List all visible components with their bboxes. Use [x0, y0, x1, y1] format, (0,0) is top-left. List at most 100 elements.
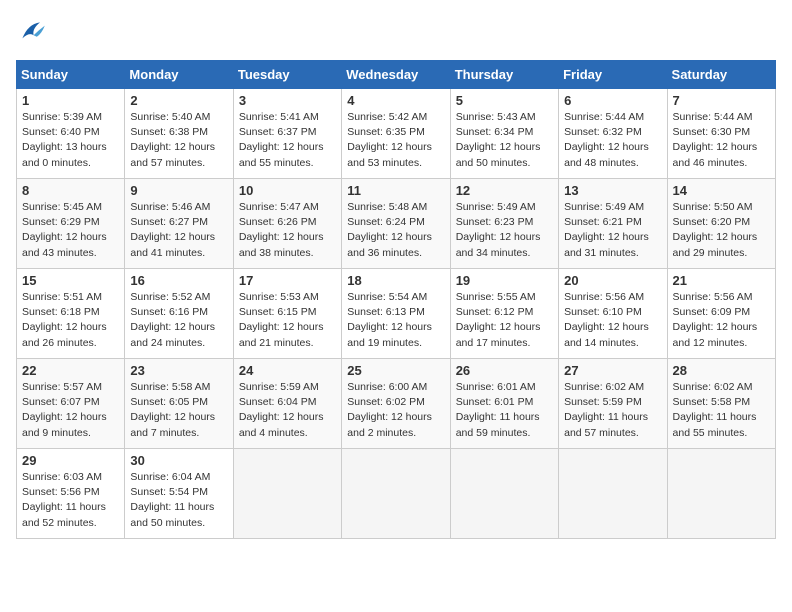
- day-number: 3: [239, 93, 336, 108]
- sunset-text: Sunset: 6:12 PM: [456, 306, 534, 318]
- day-number: 27: [564, 363, 661, 378]
- daylight-text: Daylight: 11 hours and 50 minutes.: [130, 501, 214, 528]
- calendar-cell: 18 Sunrise: 5:54 AM Sunset: 6:13 PM Dayl…: [342, 269, 450, 359]
- day-info: Sunrise: 6:01 AM Sunset: 6:01 PM Dayligh…: [456, 380, 553, 441]
- daylight-text: Daylight: 12 hours and 48 minutes.: [564, 141, 649, 168]
- day-info: Sunrise: 6:03 AM Sunset: 5:56 PM Dayligh…: [22, 470, 119, 531]
- day-info: Sunrise: 5:43 AM Sunset: 6:34 PM Dayligh…: [456, 110, 553, 171]
- sunrise-text: Sunrise: 5:44 AM: [564, 111, 644, 123]
- sunrise-text: Sunrise: 6:01 AM: [456, 381, 536, 393]
- sunset-text: Sunset: 6:32 PM: [564, 126, 642, 138]
- day-number: 1: [22, 93, 119, 108]
- sunset-text: Sunset: 6:27 PM: [130, 216, 208, 228]
- calendar-cell: 8 Sunrise: 5:45 AM Sunset: 6:29 PM Dayli…: [17, 179, 125, 269]
- daylight-text: Daylight: 12 hours and 2 minutes.: [347, 411, 432, 438]
- daylight-text: Daylight: 12 hours and 21 minutes.: [239, 321, 324, 348]
- day-number: 11: [347, 183, 444, 198]
- daylight-text: Daylight: 12 hours and 55 minutes.: [239, 141, 324, 168]
- sunrise-text: Sunrise: 6:03 AM: [22, 471, 102, 483]
- sunrise-text: Sunrise: 5:56 AM: [673, 291, 753, 303]
- calendar-cell: 21 Sunrise: 5:56 AM Sunset: 6:09 PM Dayl…: [667, 269, 775, 359]
- day-info: Sunrise: 5:48 AM Sunset: 6:24 PM Dayligh…: [347, 200, 444, 261]
- day-info: Sunrise: 6:02 AM Sunset: 5:59 PM Dayligh…: [564, 380, 661, 441]
- calendar-cell: 9 Sunrise: 5:46 AM Sunset: 6:27 PM Dayli…: [125, 179, 233, 269]
- sunset-text: Sunset: 6:07 PM: [22, 396, 100, 408]
- sunset-text: Sunset: 5:59 PM: [564, 396, 642, 408]
- day-info: Sunrise: 6:04 AM Sunset: 5:54 PM Dayligh…: [130, 470, 227, 531]
- sunset-text: Sunset: 6:05 PM: [130, 396, 208, 408]
- calendar-cell: 15 Sunrise: 5:51 AM Sunset: 6:18 PM Dayl…: [17, 269, 125, 359]
- daylight-text: Daylight: 12 hours and 34 minutes.: [456, 231, 541, 258]
- calendar-cell: 3 Sunrise: 5:41 AM Sunset: 6:37 PM Dayli…: [233, 89, 341, 179]
- calendar-week-5: 29 Sunrise: 6:03 AM Sunset: 5:56 PM Dayl…: [17, 449, 776, 539]
- sunset-text: Sunset: 6:15 PM: [239, 306, 317, 318]
- sunset-text: Sunset: 5:58 PM: [673, 396, 751, 408]
- daylight-text: Daylight: 12 hours and 29 minutes.: [673, 231, 758, 258]
- daylight-text: Daylight: 11 hours and 55 minutes.: [673, 411, 757, 438]
- calendar-cell: 10 Sunrise: 5:47 AM Sunset: 6:26 PM Dayl…: [233, 179, 341, 269]
- sunrise-text: Sunrise: 6:00 AM: [347, 381, 427, 393]
- sunset-text: Sunset: 6:09 PM: [673, 306, 751, 318]
- day-number: 14: [673, 183, 770, 198]
- day-info: Sunrise: 5:45 AM Sunset: 6:29 PM Dayligh…: [22, 200, 119, 261]
- day-number: 30: [130, 453, 227, 468]
- calendar-cell: 29 Sunrise: 6:03 AM Sunset: 5:56 PM Dayl…: [17, 449, 125, 539]
- daylight-text: Daylight: 12 hours and 26 minutes.: [22, 321, 107, 348]
- day-info: Sunrise: 5:52 AM Sunset: 6:16 PM Dayligh…: [130, 290, 227, 351]
- sunrise-text: Sunrise: 5:40 AM: [130, 111, 210, 123]
- daylight-text: Daylight: 11 hours and 59 minutes.: [456, 411, 540, 438]
- sunset-text: Sunset: 6:20 PM: [673, 216, 751, 228]
- sunset-text: Sunset: 6:13 PM: [347, 306, 425, 318]
- calendar-cell: [342, 449, 450, 539]
- day-info: Sunrise: 5:42 AM Sunset: 6:35 PM Dayligh…: [347, 110, 444, 171]
- logo: [16, 16, 52, 48]
- day-info: Sunrise: 5:54 AM Sunset: 6:13 PM Dayligh…: [347, 290, 444, 351]
- sunset-text: Sunset: 6:34 PM: [456, 126, 534, 138]
- calendar-cell: 19 Sunrise: 5:55 AM Sunset: 6:12 PM Dayl…: [450, 269, 558, 359]
- calendar-cell: 30 Sunrise: 6:04 AM Sunset: 5:54 PM Dayl…: [125, 449, 233, 539]
- sunrise-text: Sunrise: 5:42 AM: [347, 111, 427, 123]
- daylight-text: Daylight: 12 hours and 19 minutes.: [347, 321, 432, 348]
- day-number: 18: [347, 273, 444, 288]
- sunset-text: Sunset: 6:29 PM: [22, 216, 100, 228]
- calendar-cell: 11 Sunrise: 5:48 AM Sunset: 6:24 PM Dayl…: [342, 179, 450, 269]
- header-row: SundayMondayTuesdayWednesdayThursdayFrid…: [17, 61, 776, 89]
- sunset-text: Sunset: 6:38 PM: [130, 126, 208, 138]
- sunrise-text: Sunrise: 5:48 AM: [347, 201, 427, 213]
- day-number: 13: [564, 183, 661, 198]
- daylight-text: Daylight: 12 hours and 14 minutes.: [564, 321, 649, 348]
- calendar-cell: 26 Sunrise: 6:01 AM Sunset: 6:01 PM Dayl…: [450, 359, 558, 449]
- daylight-text: Daylight: 12 hours and 53 minutes.: [347, 141, 432, 168]
- calendar-cell: 6 Sunrise: 5:44 AM Sunset: 6:32 PM Dayli…: [559, 89, 667, 179]
- day-number: 19: [456, 273, 553, 288]
- logo-icon: [16, 16, 48, 48]
- daylight-text: Daylight: 12 hours and 46 minutes.: [673, 141, 758, 168]
- day-number: 8: [22, 183, 119, 198]
- calendar-cell: 17 Sunrise: 5:53 AM Sunset: 6:15 PM Dayl…: [233, 269, 341, 359]
- day-info: Sunrise: 5:59 AM Sunset: 6:04 PM Dayligh…: [239, 380, 336, 441]
- sunrise-text: Sunrise: 5:56 AM: [564, 291, 644, 303]
- sunset-text: Sunset: 6:02 PM: [347, 396, 425, 408]
- day-info: Sunrise: 5:44 AM Sunset: 6:32 PM Dayligh…: [564, 110, 661, 171]
- day-info: Sunrise: 5:41 AM Sunset: 6:37 PM Dayligh…: [239, 110, 336, 171]
- sunset-text: Sunset: 6:18 PM: [22, 306, 100, 318]
- day-number: 7: [673, 93, 770, 108]
- calendar-cell: 16 Sunrise: 5:52 AM Sunset: 6:16 PM Dayl…: [125, 269, 233, 359]
- day-number: 23: [130, 363, 227, 378]
- day-info: Sunrise: 5:58 AM Sunset: 6:05 PM Dayligh…: [130, 380, 227, 441]
- sunrise-text: Sunrise: 6:04 AM: [130, 471, 210, 483]
- calendar-cell: 20 Sunrise: 5:56 AM Sunset: 6:10 PM Dayl…: [559, 269, 667, 359]
- sunrise-text: Sunrise: 5:46 AM: [130, 201, 210, 213]
- calendar-cell: 13 Sunrise: 5:49 AM Sunset: 6:21 PM Dayl…: [559, 179, 667, 269]
- day-info: Sunrise: 5:49 AM Sunset: 6:23 PM Dayligh…: [456, 200, 553, 261]
- daylight-text: Daylight: 12 hours and 12 minutes.: [673, 321, 758, 348]
- day-info: Sunrise: 5:50 AM Sunset: 6:20 PM Dayligh…: [673, 200, 770, 261]
- daylight-text: Daylight: 12 hours and 38 minutes.: [239, 231, 324, 258]
- day-info: Sunrise: 5:49 AM Sunset: 6:21 PM Dayligh…: [564, 200, 661, 261]
- sunrise-text: Sunrise: 5:52 AM: [130, 291, 210, 303]
- sunset-text: Sunset: 5:56 PM: [22, 486, 100, 498]
- daylight-text: Daylight: 13 hours and 0 minutes.: [22, 141, 107, 168]
- day-header-saturday: Saturday: [667, 61, 775, 89]
- sunset-text: Sunset: 6:35 PM: [347, 126, 425, 138]
- day-info: Sunrise: 5:40 AM Sunset: 6:38 PM Dayligh…: [130, 110, 227, 171]
